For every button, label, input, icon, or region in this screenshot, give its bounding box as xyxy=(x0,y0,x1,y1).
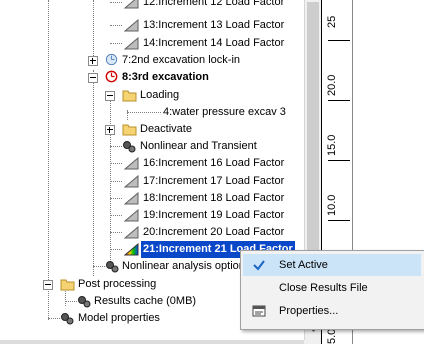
checkmark-icon xyxy=(253,260,265,271)
tree-item-label: 4:water pressure excav 3 xyxy=(163,106,286,118)
tree-item-label: 18:Increment 18 Load Factor xyxy=(143,192,285,204)
scrollbar-thumb[interactable] xyxy=(307,2,319,252)
menu-item-properties[interactable]: Properties... xyxy=(243,300,421,322)
tree-item-increment-18[interactable]: 18:Increment 18 Load Factor xyxy=(0,190,304,207)
axis-tick-label: 15.0 xyxy=(326,134,338,156)
folder-icon xyxy=(122,124,137,136)
axis-tick xyxy=(328,160,350,161)
expand-toggle[interactable] xyxy=(105,125,115,135)
gears-icon xyxy=(78,296,91,308)
tree-item-label: 8:3rd excavation xyxy=(122,71,209,83)
menu-item-label: Set Active xyxy=(279,259,328,271)
increment-icon xyxy=(124,226,139,239)
folder-open-icon xyxy=(60,279,75,291)
menu-item-set-active[interactable]: Set Active xyxy=(243,254,421,276)
tree-item-deactivate[interactable]: Deactivate xyxy=(0,121,304,138)
axis-tick-label: 25 xyxy=(326,15,338,28)
tree-item-label: Loading xyxy=(140,89,180,101)
axis-tick-label: 20.0 xyxy=(326,74,338,96)
menu-item-label: Close Results File xyxy=(279,282,368,294)
gears-icon xyxy=(106,261,119,273)
tree-item-stage-7[interactable]: 7:2nd excavation lock-in xyxy=(0,52,304,69)
tree-item-increment-16[interactable]: 16:Increment 16 Load Factor xyxy=(0,155,304,172)
axis-tick-label: 10.0 xyxy=(326,194,338,216)
tree-item-stage-8[interactable]: 8:3rd excavation xyxy=(0,69,304,86)
increment-icon xyxy=(124,37,139,50)
tree-item-label: 14:Increment 14 Load Factor xyxy=(143,37,285,49)
tree-item-label: Results cache (0MB) xyxy=(94,295,197,307)
increment-icon xyxy=(124,19,139,32)
tree-item-label: Nonlinear and Transient xyxy=(140,140,257,152)
tree-item-increment-14[interactable]: 14:Increment 14 Load Factor xyxy=(0,35,304,52)
tree-item-label: 7:2nd excavation lock-in xyxy=(122,54,241,66)
active-stage-icon xyxy=(105,70,118,83)
context-menu: Set Active Close Results File Properties… xyxy=(240,250,424,330)
increment-icon xyxy=(124,192,139,205)
tree-item-increment-20[interactable]: 20:Increment 20 Load Factor xyxy=(0,224,304,241)
menu-item-close-results-file[interactable]: Close Results File xyxy=(243,277,421,299)
menu-item-label: Properties... xyxy=(279,305,339,317)
increment-icon xyxy=(124,175,139,188)
active-increment-icon xyxy=(124,243,139,256)
tree-item-water-pressure[interactable]: 4:water pressure excav 3 xyxy=(0,104,304,121)
tree-item-label: Nonlinear analysis options xyxy=(122,260,251,272)
folder-open-icon xyxy=(122,90,137,102)
tree-item-label: 12:Increment 12 Load Factor xyxy=(143,0,285,8)
tree-item-increment-13[interactable]: 13:Increment 13 Load Factor xyxy=(0,17,304,34)
tree-item-label: 19:Increment 19 Load Factor xyxy=(143,209,285,221)
axis-tick xyxy=(328,220,350,221)
tree-item-increment-19[interactable]: 19:Increment 19 Load Factor xyxy=(0,207,304,224)
tree-item-label: 13:Increment 13 Load Factor xyxy=(143,19,285,31)
tree-item-label: Deactivate xyxy=(140,123,192,135)
tree-item-label: 17:Increment 17 Load Factor xyxy=(143,175,285,187)
tree-item-nonlinear-transient[interactable]: Nonlinear and Transient xyxy=(0,138,304,155)
tree-item-increment-12[interactable]: 12:Increment 12 Load Factor xyxy=(0,0,304,11)
expand-toggle[interactable] xyxy=(88,56,98,66)
tree-item-label: 20:Increment 20 Load Factor xyxy=(143,226,285,238)
axis-tick xyxy=(328,100,350,101)
collapse-toggle[interactable] xyxy=(88,73,98,83)
increment-icon xyxy=(124,209,139,222)
tree-item-increment-17[interactable]: 17:Increment 17 Load Factor xyxy=(0,173,304,190)
tree-item-label: 16:Increment 16 Load Factor xyxy=(143,157,285,169)
tree-item-label: Post processing xyxy=(78,278,157,290)
gears-icon xyxy=(123,141,136,153)
tree-horizontal-scrollbar[interactable] xyxy=(0,340,304,344)
collapse-toggle[interactable] xyxy=(105,91,115,101)
tree-item-loading[interactable]: Loading xyxy=(0,87,304,104)
axis-tick xyxy=(328,40,350,41)
stage-icon xyxy=(105,53,118,66)
collapse-toggle[interactable] xyxy=(43,280,53,290)
gears-icon xyxy=(61,313,74,325)
tree-item-label: Model properties xyxy=(78,312,160,324)
increment-icon xyxy=(124,157,139,170)
properties-icon xyxy=(252,305,266,317)
increment-icon xyxy=(124,0,139,9)
